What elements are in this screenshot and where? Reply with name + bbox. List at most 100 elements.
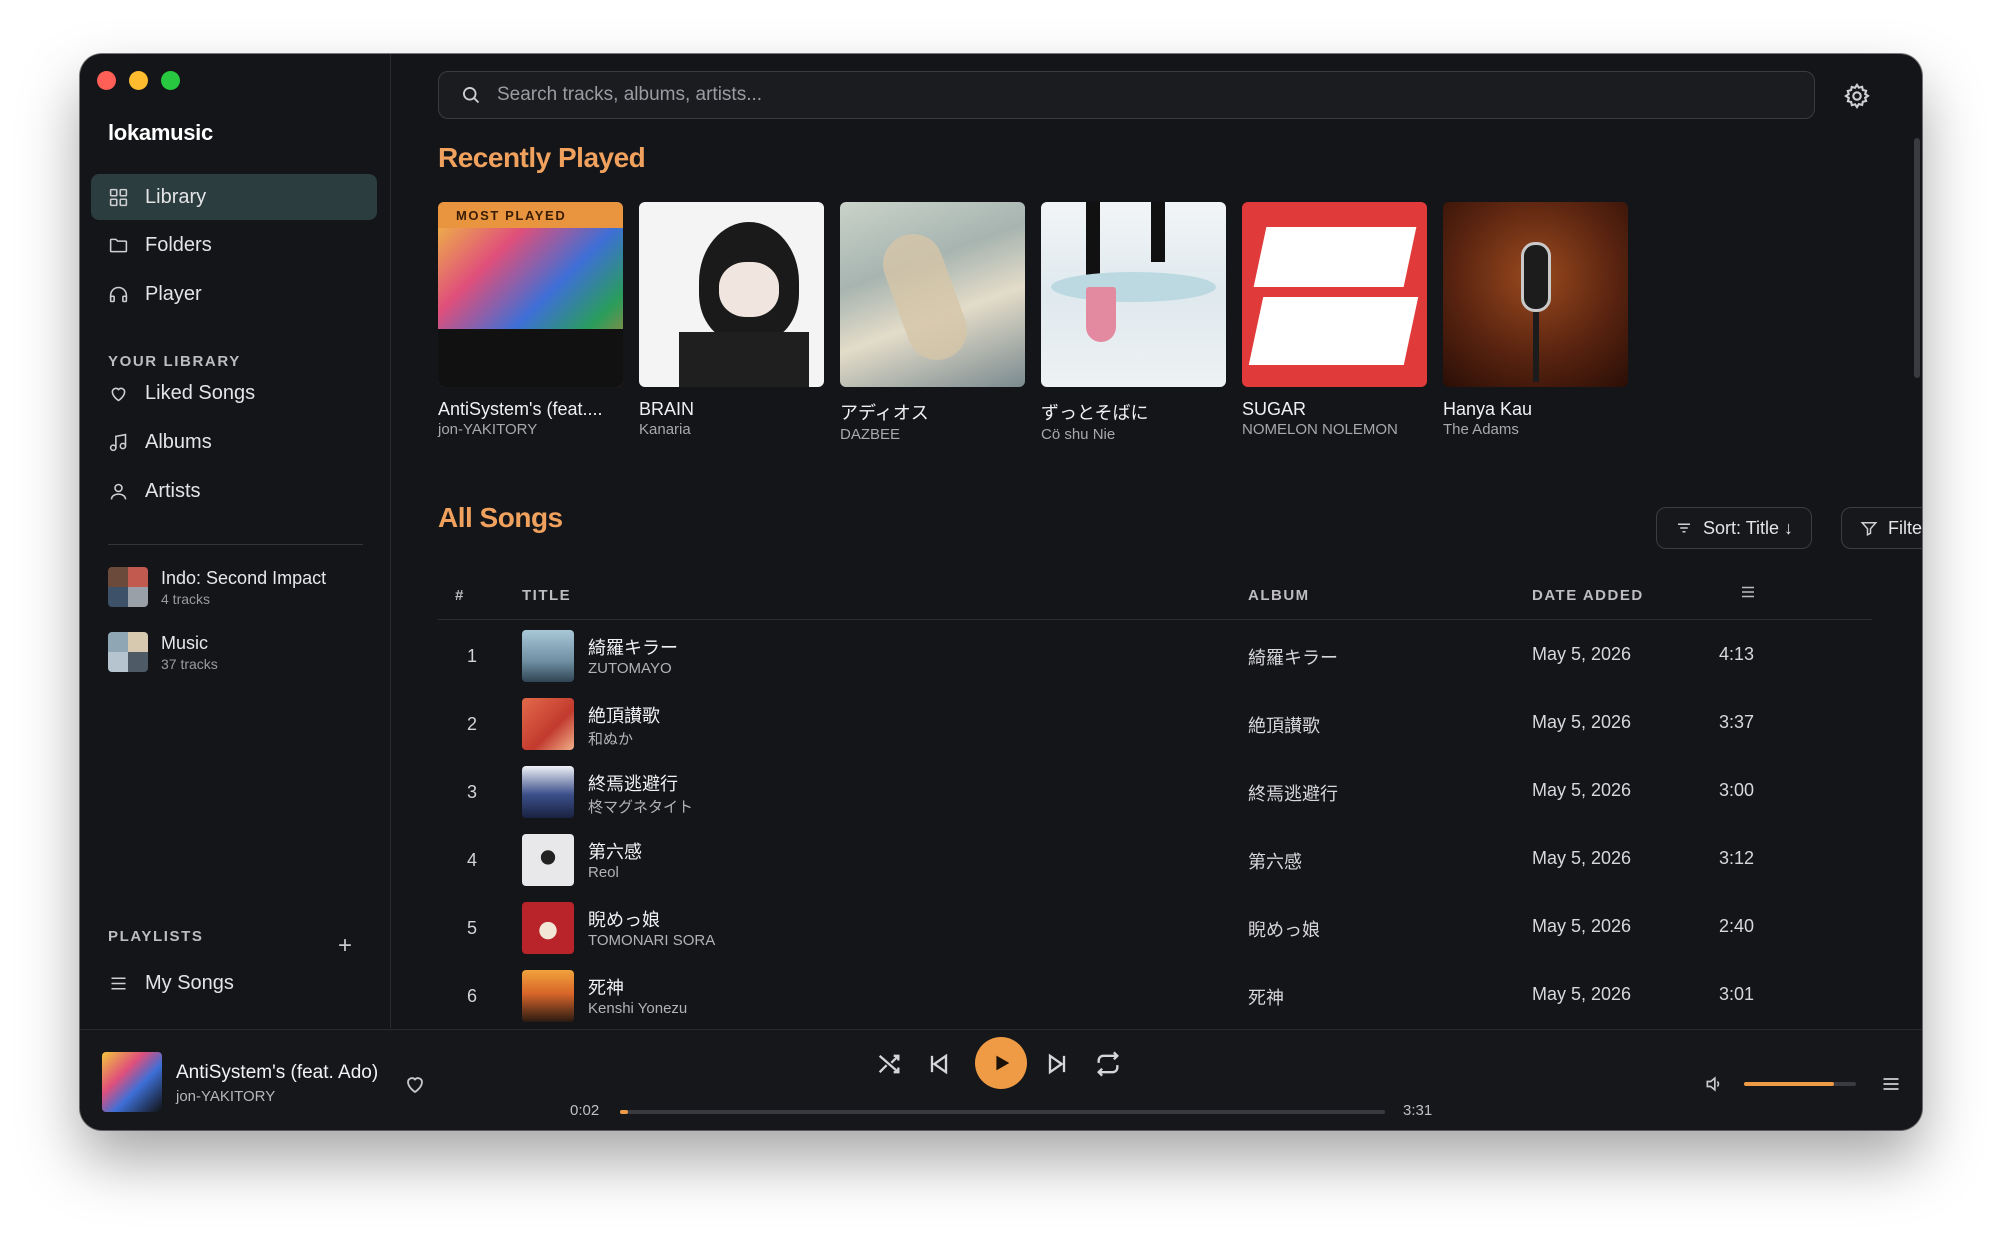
nav-label: Library xyxy=(145,185,207,208)
track-album[interactable]: 睨めっ娘 xyxy=(1248,916,1320,942)
track-artwork xyxy=(522,630,574,682)
player-bar: AntiSystem's (feat. Ado) jon-YAKITORY 0:… xyxy=(80,1029,1922,1130)
search-input[interactable] xyxy=(497,84,1697,106)
track-artist[interactable]: ZUTOMAYO xyxy=(588,660,672,677)
track-duration: 4:13 xyxy=(1718,644,1754,664)
column-header-album[interactable]: ALBUM xyxy=(1248,587,1310,604)
main-content: Recently Played MOST PLAYED AntiSystem's… xyxy=(392,54,1922,1028)
card-artist: jon-YAKITORY xyxy=(438,421,538,438)
track-album[interactable]: 絶頂讃歌 xyxy=(1248,712,1320,738)
nav-folders[interactable]: Folders xyxy=(91,222,377,268)
volume-slider[interactable] xyxy=(1744,1082,1856,1086)
search-bar[interactable] xyxy=(438,71,1815,119)
nav-label: Folders xyxy=(145,233,212,256)
track-number: 4 xyxy=(466,850,477,870)
heart-icon[interactable] xyxy=(403,1072,427,1096)
recent-card[interactable]: MOST PLAYED AntiSystem's (feat.... jon-Y… xyxy=(438,202,623,438)
track-album[interactable]: 死神 xyxy=(1248,984,1284,1010)
track-date-added: May 5, 2026 xyxy=(1532,916,1632,936)
scrollbar-thumb[interactable] xyxy=(1914,138,1920,378)
gear-icon[interactable] xyxy=(1843,82,1871,110)
zoom-window-button[interactable] xyxy=(161,71,180,90)
filter-icon xyxy=(1860,522,1878,536)
track-date-added: May 5, 2026 xyxy=(1532,644,1632,664)
card-artist: NOMELON NOLEMON xyxy=(1242,421,1398,438)
album-cover xyxy=(1443,202,1628,387)
headphones-icon xyxy=(109,286,128,302)
sort-button[interactable]: Sort: Title ↓ xyxy=(1656,507,1813,549)
now-playing-artwork[interactable] xyxy=(102,1052,162,1112)
column-options-icon[interactable] xyxy=(1738,583,1758,601)
nav-library[interactable]: Library xyxy=(91,174,377,220)
nav-liked-songs[interactable]: Liked Songs xyxy=(91,370,377,416)
collection-item[interactable]: Music 37 tracks xyxy=(108,632,218,672)
now-playing-artist[interactable]: jon-YAKITORY xyxy=(176,1088,275,1105)
recent-card[interactable]: SUGAR NOMELON NOLEMON xyxy=(1242,202,1427,438)
nav-label: Player xyxy=(145,282,202,305)
column-header-date-added[interactable]: DATE ADDED xyxy=(1532,587,1644,604)
volume-icon[interactable] xyxy=(1704,1074,1724,1094)
card-title: ずっとそばに xyxy=(1041,403,1149,423)
album-cover: MOST PLAYED xyxy=(438,202,623,387)
sort-icon xyxy=(1678,523,1690,533)
track-title: 第六感 xyxy=(588,842,642,862)
close-window-button[interactable] xyxy=(97,71,116,90)
recent-card[interactable]: BRAIN Kanaria xyxy=(639,202,824,438)
table-row[interactable]: 1 綺羅キラー ZUTOMAYO 綺羅キラー May 5, 2026 4:13 xyxy=(438,622,1872,690)
recent-card[interactable]: ずっとそばに Cö shu Nie xyxy=(1041,202,1226,443)
table-row[interactable]: 6 死神 Kenshi Yonezu 死神 May 5, 2026 3:01 xyxy=(438,962,1872,1030)
shuffle-icon xyxy=(878,1054,900,1074)
track-album[interactable]: 終焉逃避行 xyxy=(1248,780,1338,806)
nav-artists[interactable]: Artists xyxy=(91,468,377,514)
column-header-title[interactable]: TITLE xyxy=(522,587,571,604)
list-icon xyxy=(111,976,126,990)
track-artist[interactable]: 和ぬか xyxy=(588,728,633,749)
table-row[interactable]: 5 睨めっ娘 TOMONARI SORA 睨めっ娘 May 5, 2026 2:… xyxy=(438,894,1872,962)
nav-albums[interactable]: Albums xyxy=(91,419,377,465)
recent-card[interactable]: Hanya Kau The Adams xyxy=(1443,202,1628,438)
card-title: アディオス xyxy=(840,403,929,423)
table-row[interactable]: 3 終焉逃避行 柊マグネタイト 終焉逃避行 May 5, 2026 3:00 xyxy=(438,758,1872,826)
shuffle-button[interactable] xyxy=(875,1050,903,1078)
filter-button[interactable]: Filter xyxy=(1841,507,1922,549)
track-duration: 2:40 xyxy=(1718,916,1754,936)
track-date-added: May 5, 2026 xyxy=(1532,780,1632,800)
collection-item[interactable]: Indo: Second Impact 4 tracks xyxy=(108,567,326,607)
track-artist[interactable]: Reol xyxy=(588,864,619,881)
track-date-added: May 5, 2026 xyxy=(1532,984,1632,1004)
now-playing-title[interactable]: AntiSystem's (feat. Ado) xyxy=(176,1062,378,1084)
table-row[interactable]: 2 絶頂讃歌 和ぬか 絶頂讃歌 May 5, 2026 3:37 xyxy=(438,690,1872,758)
nav-label: Albums xyxy=(145,430,212,453)
column-header-number[interactable]: # xyxy=(455,587,465,604)
skip-back-icon xyxy=(930,1053,948,1075)
add-playlist-button[interactable]: + xyxy=(338,932,352,960)
track-album[interactable]: 綺羅キラー xyxy=(1248,644,1338,670)
progress-bar[interactable] xyxy=(620,1110,1385,1114)
playlist-item[interactable]: My Songs xyxy=(91,960,377,1006)
table-row[interactable]: 4 第六感 Reol 第六感 May 5, 2026 3:12 xyxy=(438,826,1872,894)
repeat-button[interactable] xyxy=(1094,1050,1122,1078)
repeat-icon xyxy=(1097,1051,1119,1077)
play-button[interactable] xyxy=(975,1037,1027,1089)
album-cover xyxy=(840,202,1025,387)
next-button[interactable] xyxy=(1043,1050,1071,1078)
track-artist[interactable]: Kenshi Yonezu xyxy=(588,1000,687,1017)
collection-title: Music xyxy=(161,632,209,653)
previous-button[interactable] xyxy=(925,1050,953,1078)
grid-icon xyxy=(109,188,128,206)
queue-icon[interactable] xyxy=(1880,1074,1902,1094)
recent-card[interactable]: アディオス DAZBEE xyxy=(840,202,1025,443)
track-duration: 3:00 xyxy=(1718,780,1754,800)
track-album[interactable]: 第六感 xyxy=(1248,848,1302,874)
track-artist[interactable]: 柊マグネタイト xyxy=(588,796,693,817)
track-date-added: May 5, 2026 xyxy=(1532,712,1632,732)
nav-player[interactable]: Player xyxy=(91,271,377,317)
user-icon xyxy=(110,483,127,499)
track-artist[interactable]: TOMONARI SORA xyxy=(588,932,715,949)
track-duration: 3:12 xyxy=(1718,848,1754,868)
elapsed-time: 0:02 xyxy=(570,1102,600,1119)
minimize-window-button[interactable] xyxy=(129,71,148,90)
album-cover xyxy=(1242,202,1427,387)
table-header-divider xyxy=(438,619,1872,620)
collection-count: 4 tracks xyxy=(161,590,211,607)
